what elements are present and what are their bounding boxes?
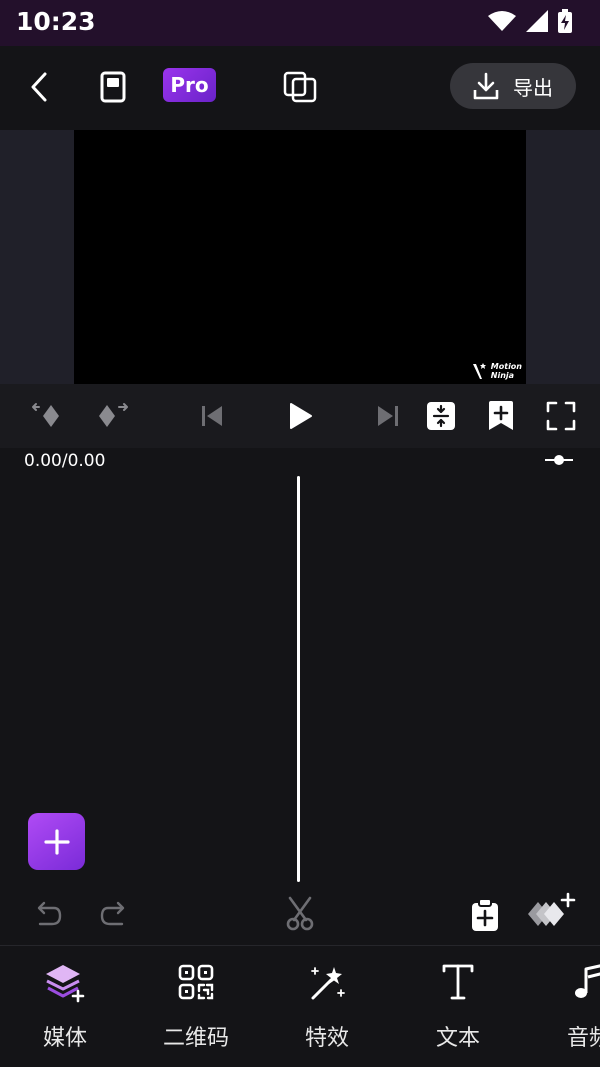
undo-button[interactable] — [30, 898, 64, 932]
skip-forward-icon — [378, 406, 398, 426]
plus-icon — [43, 828, 70, 855]
redo-icon — [100, 901, 125, 926]
tab-label: 音频 — [566, 1026, 600, 1051]
next-keyframe-button[interactable] — [94, 400, 130, 432]
tab-effects[interactable]: 特效 — [272, 946, 382, 1056]
export-label: 导出 — [513, 75, 553, 100]
tab-media[interactable]: 媒体 — [10, 946, 120, 1056]
split-button[interactable] — [282, 894, 318, 934]
tab-text[interactable]: 文本 — [403, 946, 513, 1056]
zoom-slider[interactable] — [540, 450, 578, 470]
status-bar: 10:23 — [0, 0, 600, 46]
watermark-logo: Motion Ninja — [472, 362, 522, 380]
download-icon — [473, 72, 499, 100]
wifi-icon — [488, 11, 516, 31]
watermark-line2: Ninja — [490, 371, 515, 380]
timeline-area[interactable] — [0, 448, 600, 938]
fullscreen-button[interactable] — [544, 400, 578, 432]
export-button[interactable]: 导出 — [450, 63, 576, 109]
chevron-left-icon — [31, 72, 47, 102]
zoom-slider-icon — [545, 455, 573, 465]
skip-to-start-button[interactable] — [196, 400, 228, 432]
track-height-button[interactable] — [424, 398, 458, 434]
tab-label: 特效 — [304, 1026, 349, 1051]
add-marker-button[interactable] — [484, 398, 518, 434]
track-height-icon — [427, 402, 455, 430]
play-icon — [290, 403, 312, 429]
layers-add-icon — [528, 892, 576, 926]
keyframe-left-icon — [32, 403, 59, 427]
fullscreen-icon — [546, 401, 576, 431]
tab-audio[interactable]: 音频 — [534, 946, 600, 1056]
video-canvas[interactable]: Motion Ninja — [74, 130, 526, 384]
watermark-line1: Motion — [490, 362, 522, 371]
tab-label: 二维码 — [162, 1026, 229, 1051]
qr-code-icon — [141, 960, 251, 1004]
bottom-tab-bar: 媒体 二维码 特效 文本 音频 — [0, 945, 600, 1067]
magic-wand-icon — [272, 960, 382, 1004]
tab-label: 媒体 — [42, 1026, 87, 1051]
keyframe-right-icon — [99, 403, 128, 427]
redo-button[interactable] — [98, 898, 132, 932]
add-transition-button[interactable] — [526, 892, 576, 934]
motion-ninja-logo-icon — [472, 363, 486, 379]
text-icon — [403, 960, 513, 1004]
tab-label: 文本 — [435, 1026, 480, 1051]
project-settings-button[interactable] — [96, 68, 130, 106]
skip-to-end-button[interactable] — [372, 400, 404, 432]
skip-back-icon — [202, 406, 222, 426]
clipboard-add-icon — [472, 898, 498, 931]
preview-area: Motion Ninja — [0, 130, 600, 384]
bookmark-add-icon — [489, 401, 513, 430]
aspect-ratio-button[interactable] — [280, 68, 320, 106]
status-icons — [488, 9, 572, 33]
tab-qr-code[interactable]: 二维码 — [141, 946, 251, 1056]
music-note-icon — [534, 960, 600, 1004]
document-icon — [100, 71, 126, 103]
prev-keyframe-button[interactable] — [30, 400, 66, 432]
pro-badge[interactable]: Pro — [163, 68, 216, 102]
battery-charging-icon — [558, 9, 572, 33]
play-button[interactable] — [282, 398, 318, 434]
undo-icon — [37, 901, 62, 926]
timecode: 0.00/0.00 — [24, 451, 106, 471]
status-time: 10:23 — [16, 7, 96, 36]
paste-button[interactable] — [468, 896, 502, 934]
add-clip-button[interactable] — [28, 813, 85, 870]
back-button[interactable] — [22, 68, 56, 106]
layers-add-icon — [10, 960, 120, 1004]
aspect-ratio-icon — [283, 71, 317, 103]
scissors-icon — [286, 896, 314, 931]
cellular-signal-icon — [526, 10, 548, 32]
playhead[interactable] — [297, 476, 300, 882]
